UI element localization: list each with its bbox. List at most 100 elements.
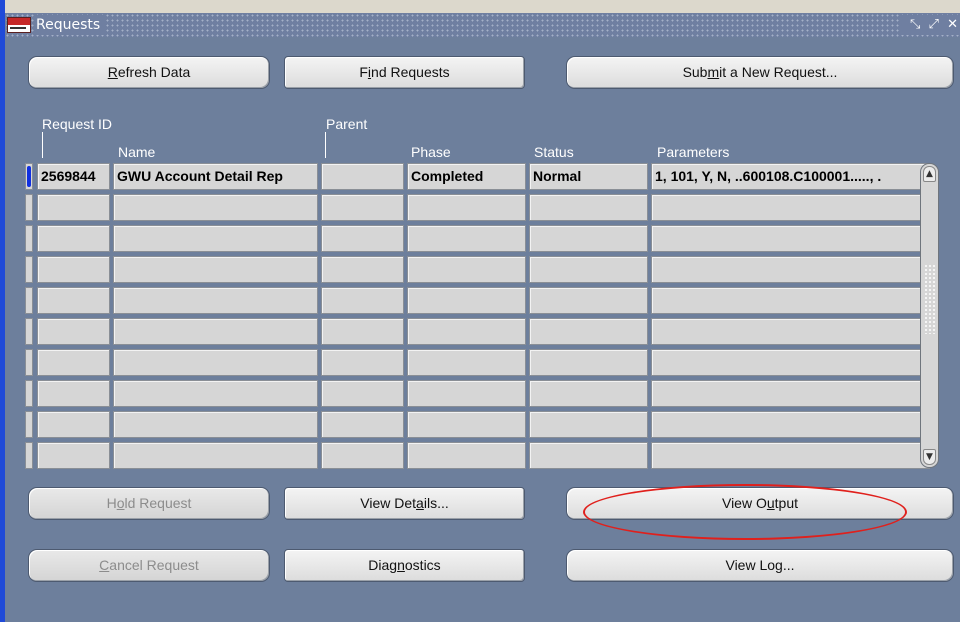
cell-parameters[interactable]	[651, 194, 930, 221]
view-log-button[interactable]: View Log...	[566, 549, 954, 582]
cell-status[interactable]	[529, 380, 648, 407]
table-row[interactable]	[25, 194, 930, 221]
cell-name[interactable]	[113, 287, 318, 314]
cell-request-id[interactable]	[37, 349, 110, 376]
scroll-down-arrow-icon[interactable]: ▼	[923, 449, 936, 465]
column-header-status: Status	[534, 144, 574, 160]
cell-phase[interactable]	[407, 318, 526, 345]
row-indicator[interactable]	[25, 194, 33, 221]
cell-phase[interactable]	[407, 225, 526, 252]
cell-phase[interactable]: Completed	[407, 163, 526, 190]
row-indicator[interactable]	[25, 349, 33, 376]
cell-request-id[interactable]	[37, 318, 110, 345]
cell-status[interactable]	[529, 349, 648, 376]
cell-parent[interactable]	[321, 163, 404, 190]
row-indicator[interactable]	[25, 442, 33, 469]
diagnostics-button[interactable]: Diagnostics	[284, 549, 525, 582]
cell-parent[interactable]	[321, 287, 404, 314]
cell-phase[interactable]	[407, 194, 526, 221]
submit-new-request-button[interactable]: Submit a New Request...	[566, 56, 954, 89]
scroll-up-arrow-icon[interactable]: ▲	[923, 166, 936, 182]
hold-request-button[interactable]: Hold Request	[28, 487, 270, 520]
cell-parent[interactable]	[321, 349, 404, 376]
cell-parent[interactable]	[321, 194, 404, 221]
view-details-button[interactable]: View Details...	[284, 487, 525, 520]
row-indicator[interactable]	[25, 411, 33, 438]
cell-parent[interactable]	[321, 411, 404, 438]
cell-phase[interactable]	[407, 287, 526, 314]
cell-status[interactable]	[529, 256, 648, 283]
cell-phase[interactable]	[407, 442, 526, 469]
cell-parameters[interactable]	[651, 318, 930, 345]
row-indicator[interactable]	[25, 380, 33, 407]
row-indicator[interactable]	[25, 287, 33, 314]
row-indicator[interactable]	[25, 163, 33, 190]
cancel-request-button[interactable]: Cancel Request	[28, 549, 270, 582]
cell-request-id[interactable]	[37, 442, 110, 469]
cell-request-id[interactable]	[37, 380, 110, 407]
cell-request-id[interactable]	[37, 194, 110, 221]
cell-parent[interactable]	[321, 380, 404, 407]
cell-parameters[interactable]: 1, 101, Y, N, ..600108.C100001....., .	[651, 163, 930, 190]
cell-parent[interactable]	[321, 225, 404, 252]
mnemonic: C	[99, 557, 110, 573]
table-row[interactable]	[25, 380, 930, 407]
table-scrollbar[interactable]: ▲ ▼	[920, 163, 939, 468]
cell-phase[interactable]	[407, 411, 526, 438]
cell-status[interactable]	[529, 225, 648, 252]
cell-request-id[interactable]	[37, 287, 110, 314]
cell-request-id[interactable]	[37, 256, 110, 283]
cell-name[interactable]	[113, 318, 318, 345]
cell-parameters[interactable]	[651, 411, 930, 438]
table-row[interactable]	[25, 411, 930, 438]
view-output-button[interactable]: View Output	[566, 487, 954, 520]
window-titlebar[interactable]: Requests ⤡ ⤢ ✕	[5, 13, 960, 37]
cell-parameters[interactable]	[651, 287, 930, 314]
cell-name[interactable]	[113, 411, 318, 438]
minimize-icon[interactable]: ⤡	[910, 17, 920, 32]
cell-parameters[interactable]	[651, 349, 930, 376]
cell-parameters[interactable]	[651, 256, 930, 283]
cell-status[interactable]	[529, 318, 648, 345]
cell-request-id[interactable]	[37, 225, 110, 252]
cell-name[interactable]: GWU Account Detail Rep	[113, 163, 318, 190]
cell-name[interactable]	[113, 349, 318, 376]
maximize-icon[interactable]: ⤢	[929, 17, 939, 32]
refresh-data-button[interactable]: Refresh Data	[28, 56, 270, 89]
cell-phase[interactable]	[407, 349, 526, 376]
row-indicator[interactable]	[25, 318, 33, 345]
cell-parameters[interactable]	[651, 442, 930, 469]
close-icon[interactable]: ✕	[947, 17, 958, 32]
cell-parameters[interactable]	[651, 225, 930, 252]
button-label: View Det	[360, 495, 417, 511]
scroll-grip-handle[interactable]	[924, 264, 935, 334]
cell-status[interactable]	[529, 442, 648, 469]
cell-request-id[interactable]: 2569844	[37, 163, 110, 190]
table-row[interactable]	[25, 318, 930, 345]
cell-parent[interactable]	[321, 318, 404, 345]
row-indicator[interactable]	[25, 256, 33, 283]
table-row[interactable]	[25, 287, 930, 314]
cell-status[interactable]	[529, 411, 648, 438]
cell-phase[interactable]	[407, 380, 526, 407]
cell-name[interactable]	[113, 194, 318, 221]
row-indicator[interactable]	[25, 225, 33, 252]
cell-status[interactable]	[529, 194, 648, 221]
cell-name[interactable]	[113, 380, 318, 407]
cell-status[interactable]: Normal	[529, 163, 648, 190]
table-row[interactable]	[25, 442, 930, 469]
cell-name[interactable]	[113, 256, 318, 283]
table-row[interactable]	[25, 225, 930, 252]
table-row[interactable]	[25, 349, 930, 376]
table-row[interactable]: 2569844 GWU Account Detail Rep Completed No…	[25, 163, 930, 190]
cell-phase[interactable]	[407, 256, 526, 283]
cell-name[interactable]	[113, 442, 318, 469]
cell-status[interactable]	[529, 287, 648, 314]
cell-request-id[interactable]	[37, 411, 110, 438]
cell-name[interactable]	[113, 225, 318, 252]
cell-parameters[interactable]	[651, 380, 930, 407]
find-requests-button[interactable]: Find Requests	[284, 56, 525, 89]
table-row[interactable]	[25, 256, 930, 283]
cell-parent[interactable]	[321, 256, 404, 283]
cell-parent[interactable]	[321, 442, 404, 469]
